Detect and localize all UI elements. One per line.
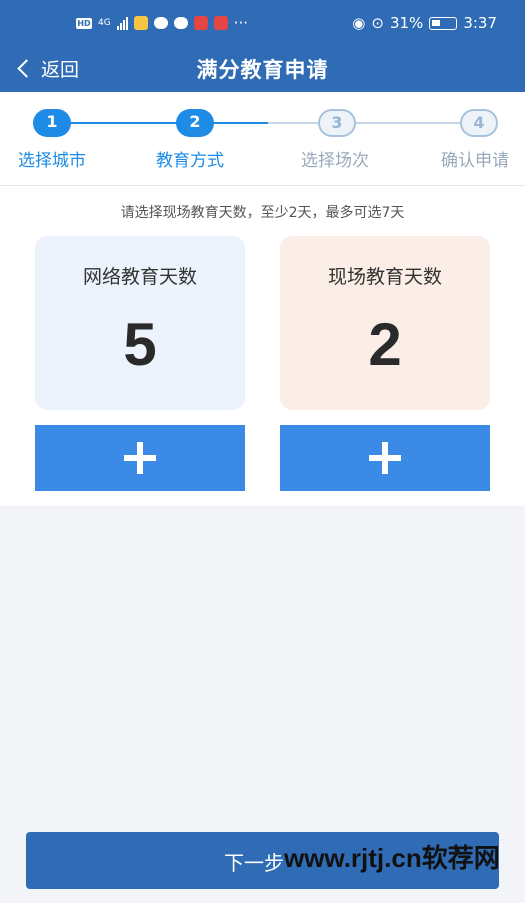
online-days-label: 网络教育天数 [82, 266, 197, 288]
step-2-label: 教育方式 [156, 151, 224, 171]
wechat-icon [153, 17, 168, 29]
step-3-circle: 3 [318, 109, 356, 137]
news-app-icon [213, 16, 228, 30]
step-connector-1 [70, 122, 178, 124]
step-1-circle: 1 [33, 109, 71, 137]
status-time: 3:37 [463, 14, 497, 32]
app-notification-icon [133, 16, 148, 30]
status-left-icons: HD 4G ··· [76, 14, 248, 32]
book-app-icon [193, 16, 208, 30]
plus-icon [369, 442, 401, 474]
more-notifications: ··· [233, 14, 249, 32]
selection-hint: 请选择现场教育天数，至少2天，最多可选7天 [120, 205, 405, 221]
next-step-label: 下一步 [224, 851, 284, 875]
battery-percent: 31% [389, 14, 424, 32]
status-bar: HD 4G ··· ◉ ⊙ 31% 3:37 [0, 0, 525, 46]
progress-steps: 1 选择城市 2 教育方式 3 选择场次 4 确认申请 [0, 92, 525, 186]
education-days-panel: 请选择现场教育天数，至少2天，最多可选7天 网络教育天数 5 现场教育天数 2 [0, 186, 525, 506]
message-icon [173, 17, 188, 29]
hd-icon: HD [76, 17, 92, 29]
step-4-label: 确认申请 [441, 151, 509, 171]
step-3-label: 选择场次 [301, 151, 369, 171]
page-title: 满分教育申请 [196, 58, 329, 82]
battery-icon [429, 16, 458, 30]
step-2-circle: 2 [176, 109, 214, 137]
network-type: 4G [98, 18, 111, 28]
onsite-days-increment-button[interactable] [280, 425, 490, 491]
step-connector-2a [213, 122, 268, 124]
nav-bar: 返回 满分教育申请 [0, 46, 525, 92]
location-icon: ⊙ [371, 14, 384, 32]
eye-comfort-icon: ◉ [352, 14, 366, 32]
onsite-days-value: 2 [368, 311, 402, 378]
online-days-value: 5 [123, 311, 157, 378]
step-1-label: 选择城市 [18, 151, 86, 171]
online-days-increment-button[interactable] [35, 425, 245, 491]
online-days-card: 网络教育天数 5 [35, 236, 245, 410]
step-connector-2b [268, 122, 320, 124]
watermark: www.rjtj.cn软荐网 [284, 843, 500, 873]
step-4-circle: 4 [460, 109, 498, 137]
plus-icon [124, 442, 156, 474]
step-connector-3 [355, 122, 461, 124]
app-header: HD 4G ··· ◉ ⊙ 31% 3:37 返回 满分教育申请 [0, 0, 525, 92]
status-right-icons: ◉ ⊙ 31% 3:37 [352, 14, 497, 32]
onsite-days-label: 现场教育天数 [327, 266, 442, 288]
signal-icon [116, 16, 128, 30]
onsite-days-card: 现场教育天数 2 [280, 236, 490, 410]
